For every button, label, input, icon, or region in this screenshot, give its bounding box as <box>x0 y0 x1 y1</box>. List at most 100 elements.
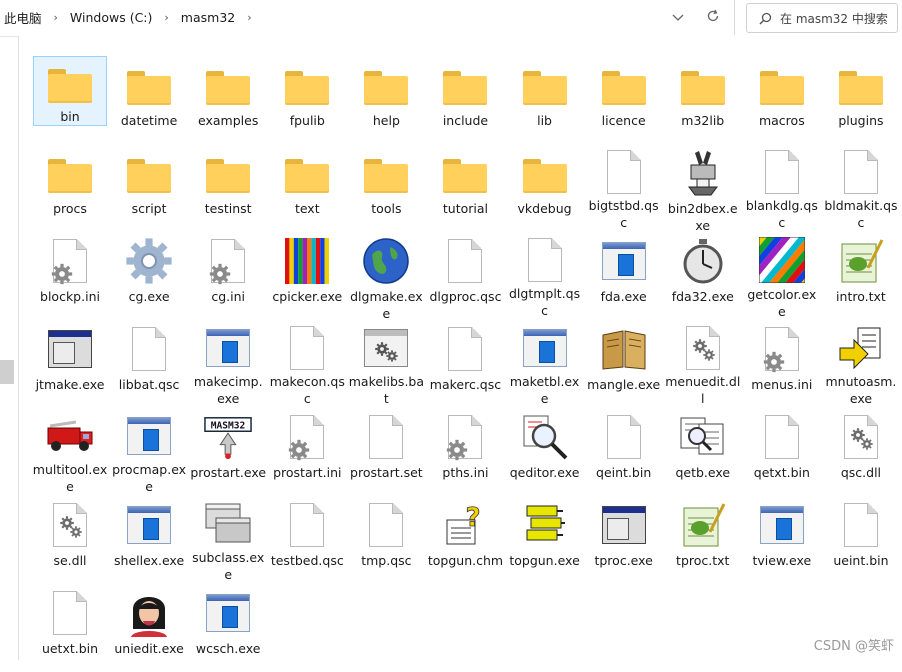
file-item[interactable]: menus.ini <box>745 320 819 408</box>
file-item[interactable]: shellex.exe <box>112 496 186 584</box>
file-item[interactable]: fda.exe <box>587 232 661 320</box>
item-label: examples <box>198 113 259 128</box>
item-label: qsc.dll <box>840 465 882 480</box>
file-item[interactable]: intro.txt <box>824 232 898 320</box>
folder-item[interactable]: testinst <box>191 144 265 232</box>
item-label: uetxt.bin <box>41 641 99 656</box>
file-item[interactable]: pths.ini <box>428 408 502 496</box>
watermark: CSDN @笑虾 <box>813 639 894 654</box>
file-item[interactable]: subclass.exe <box>191 496 265 584</box>
file-item[interactable]: bldmakit.qsc <box>824 144 898 232</box>
search-box[interactable]: 在 masm32 中搜索 <box>746 3 898 33</box>
file-item[interactable]: tproc.exe <box>587 496 661 584</box>
breadcrumb-masm32[interactable]: masm32 <box>177 10 239 25</box>
file-item[interactable]: qeint.bin <box>587 408 661 496</box>
file-item[interactable]: bigtstbd.qsc <box>587 144 661 232</box>
file-item[interactable]: cg.exe <box>112 232 186 320</box>
doc-icon <box>362 501 410 549</box>
folder-item[interactable]: tools <box>349 144 423 232</box>
file-item[interactable]: ? topgun.chm <box>428 496 503 584</box>
folder-item[interactable]: bin <box>33 56 107 126</box>
file-item[interactable]: makerc.qsc <box>428 320 502 408</box>
breadcrumb-chevron-icon[interactable]: › <box>156 11 176 24</box>
file-item[interactable]: jtmake.exe <box>33 320 107 408</box>
folder-item[interactable]: fpulib <box>270 56 344 144</box>
folder-item[interactable]: script <box>112 144 186 232</box>
folder-item[interactable]: help <box>349 56 423 144</box>
file-item[interactable]: dlgproc.qsc <box>428 232 502 320</box>
file-item[interactable]: mnutoasm.exe <box>824 320 898 408</box>
item-label: licence <box>601 113 646 128</box>
file-item[interactable]: qeditor.exe <box>508 408 582 496</box>
item-label: tproc.txt <box>676 553 730 568</box>
file-item[interactable]: procmap.exe <box>112 408 186 496</box>
breadcrumb-chevron-icon[interactable]: › <box>239 11 259 24</box>
file-item[interactable]: makelibs.bat <box>349 320 424 408</box>
folder-item[interactable]: m32lib <box>666 56 740 144</box>
file-item[interactable]: tproc.txt <box>666 496 740 584</box>
breadcrumb-this-pc[interactable]: 此电脑 <box>0 8 46 27</box>
file-item[interactable]: tview.exe <box>745 496 819 584</box>
folder-item[interactable]: text <box>270 144 344 232</box>
file-item[interactable]: bin2dbex.exe <box>666 144 740 233</box>
file-item[interactable]: makecon.qsc <box>270 320 345 408</box>
file-item[interactable]: wcsch.exe <box>191 584 265 672</box>
history-dropdown-icon[interactable] <box>672 11 684 25</box>
folder-item[interactable]: vkdebug <box>508 144 582 232</box>
folder-item[interactable]: examples <box>191 56 265 144</box>
breadcrumb-windows-c[interactable]: Windows (C:) <box>66 10 156 25</box>
breadcrumb-chevron-icon[interactable]: › <box>46 11 66 24</box>
folder-item[interactable]: datetime <box>112 56 186 144</box>
file-item[interactable]: multitool.exe <box>33 408 107 496</box>
folder-icon <box>283 61 331 109</box>
file-item[interactable]: dlgtmplt.qsc <box>508 232 582 320</box>
item-label: testbed.qsc <box>270 553 344 568</box>
file-item[interactable]: MASM32 prostart.exe <box>190 408 266 496</box>
file-item[interactable]: se.dll <box>33 496 107 584</box>
file-item[interactable]: testbed.qsc <box>270 496 344 584</box>
address-bar[interactable]: 此电脑 › Windows (C:) › masm32 › <box>0 0 735 35</box>
diag-icon <box>758 237 806 283</box>
navigation-pane-splitter[interactable] <box>0 360 14 384</box>
file-item[interactable]: qetxt.bin <box>745 408 819 496</box>
doc-icon <box>758 413 806 461</box>
file-item[interactable]: makecimp.exe <box>191 320 265 408</box>
item-label: bigtstbd.qsc <box>588 198 659 230</box>
file-item[interactable]: cpicker.exe <box>270 232 344 320</box>
file-item[interactable]: prostart.ini <box>270 408 344 496</box>
item-label: include <box>442 113 489 128</box>
file-item[interactable]: prostart.set <box>349 408 423 496</box>
file-item[interactable]: mangle.exe <box>587 320 661 408</box>
file-item[interactable]: blockp.ini <box>33 232 107 320</box>
item-label: cpicker.exe <box>272 289 343 304</box>
refresh-icon[interactable] <box>706 9 720 26</box>
folder-item[interactable]: tutorial <box>428 144 502 232</box>
file-item[interactable]: libbat.qsc <box>112 320 186 408</box>
folder-item[interactable]: lib <box>508 56 582 144</box>
folder-item[interactable]: macros <box>745 56 819 144</box>
file-item[interactable]: maketbl.exe <box>508 320 582 408</box>
folder-item[interactable]: licence <box>587 56 661 144</box>
file-item[interactable]: getcolor.exe <box>745 232 819 320</box>
file-item[interactable]: qsc.dll <box>824 408 898 496</box>
file-item[interactable]: fda32.exe <box>666 232 740 320</box>
win-icon <box>600 237 648 285</box>
item-label: multitool.exe <box>32 462 108 494</box>
file-item[interactable]: qetb.exe <box>666 408 740 496</box>
folder-item[interactable]: procs <box>33 144 107 232</box>
file-item[interactable]: menuedit.dll <box>665 320 740 408</box>
folder-item[interactable]: plugins <box>824 56 898 144</box>
item-label: macros <box>758 113 805 128</box>
file-item[interactable]: uetxt.bin <box>33 584 107 672</box>
file-item[interactable]: cg.ini <box>191 232 265 320</box>
doc-icon <box>600 149 648 194</box>
folder-icon <box>441 61 489 109</box>
file-item[interactable]: dlgmake.exe <box>349 232 423 321</box>
dll-icon <box>679 325 727 370</box>
file-item[interactable]: topgun.exe <box>508 496 582 584</box>
file-item[interactable]: uniedit.exe <box>112 584 186 672</box>
file-item[interactable]: ueint.bin <box>824 496 898 584</box>
file-item[interactable]: blankdlg.qsc <box>745 144 819 232</box>
file-item[interactable]: tmp.qsc <box>349 496 423 584</box>
folder-item[interactable]: include <box>428 56 502 144</box>
